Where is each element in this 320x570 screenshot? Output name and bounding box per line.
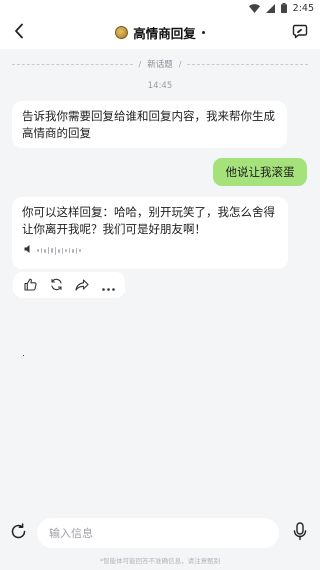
divider-slash-icon: /: [138, 59, 142, 69]
regenerate-button[interactable]: [47, 276, 65, 294]
divider-line-right: [187, 63, 309, 65]
page-title: 高情商回复: [133, 26, 196, 41]
refresh-icon: [10, 522, 27, 544]
wifi-icon: [248, 3, 260, 13]
voice-playback[interactable]: [24, 242, 81, 259]
user-message-text: 他说让我滚蛋: [225, 164, 295, 179]
agent-avatar-icon: [115, 26, 129, 39]
regenerate-icon: [50, 276, 63, 295]
artifact-dot: [23, 355, 24, 356]
topic-divider: / 新话题 /: [12, 58, 309, 70]
more-button[interactable]: [99, 276, 117, 294]
microphone-icon: [293, 521, 307, 545]
more-icon: [101, 276, 115, 295]
chat-button[interactable]: [290, 23, 310, 43]
thumbs-up-icon: [23, 276, 37, 295]
header-title-group[interactable]: 高情商回复: [115, 23, 205, 42]
divider-slash-icon: /: [178, 59, 182, 69]
title-dot-icon: [201, 31, 205, 34]
share-button[interactable]: [73, 276, 91, 294]
message-input[interactable]: [37, 518, 279, 548]
waveform-icon: [37, 246, 81, 255]
signal-icon: [265, 3, 275, 13]
back-button[interactable]: [9, 23, 29, 43]
topic-divider-label: 新话题: [147, 60, 173, 70]
message-timestamp: 14:45: [147, 81, 173, 91]
like-button[interactable]: [21, 276, 39, 294]
divider-line-left: [12, 63, 133, 65]
share-icon: [75, 276, 89, 295]
assistant-message[interactable]: 告诉我你需要回复给谁和回复内容，我来帮你生成高情商的回复: [12, 101, 287, 148]
user-message[interactable]: 他说让我滚蛋: [213, 158, 307, 186]
chevron-left-icon: [14, 23, 24, 43]
message-actions: [13, 272, 125, 298]
status-time: 2:45: [292, 2, 314, 14]
voice-input-button[interactable]: [289, 521, 311, 545]
chat-bubble-icon: [292, 24, 308, 43]
battery-icon: [280, 3, 287, 13]
input-bar: *智能体可能回答不准确信息，请注意甄别: [0, 508, 320, 570]
speaker-icon: [24, 242, 33, 259]
assistant-message[interactable]: 你可以这样回复：哈哈，别开玩笑了，我怎么舍得让你离开我呢？我们可是好朋友啊！: [12, 197, 288, 269]
assistant-message-text: 告诉我你需要回复给谁和回复内容，我来帮你生成高情商的回复: [22, 109, 275, 140]
new-topic-button[interactable]: [7, 522, 29, 544]
status-icons: 2:45: [248, 2, 314, 14]
header: 高情商回复: [0, 16, 320, 49]
ai-disclaimer: *智能体可能回答不准确信息，请注意甄别: [99, 557, 221, 565]
status-bar: 2:45: [0, 0, 320, 16]
assistant-message-text: 你可以这样回复：哈哈，别开玩笑了，我怎么舍得让你离开我呢？我们可是好朋友啊！: [22, 205, 275, 236]
